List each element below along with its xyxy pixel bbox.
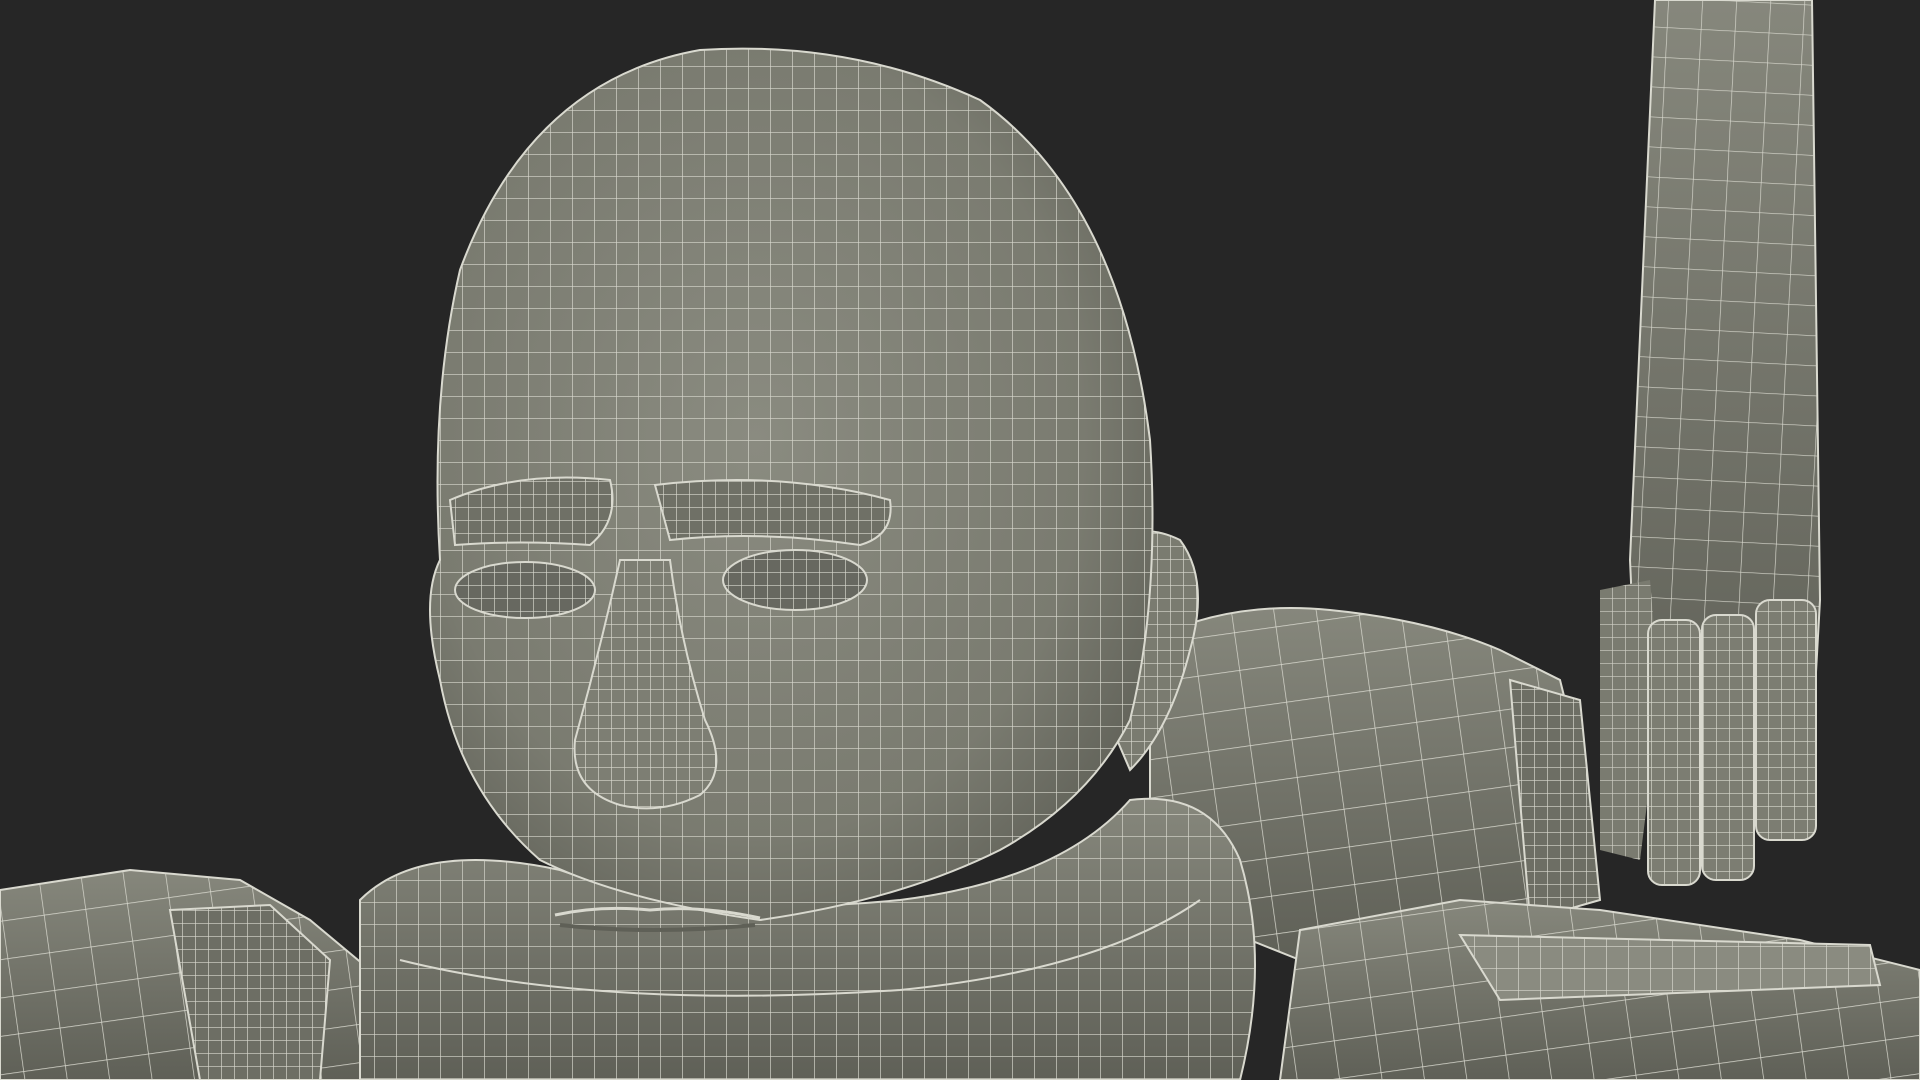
hand [1600,580,1817,886]
eyebrows [448,476,892,547]
viewport [0,0,1920,1080]
